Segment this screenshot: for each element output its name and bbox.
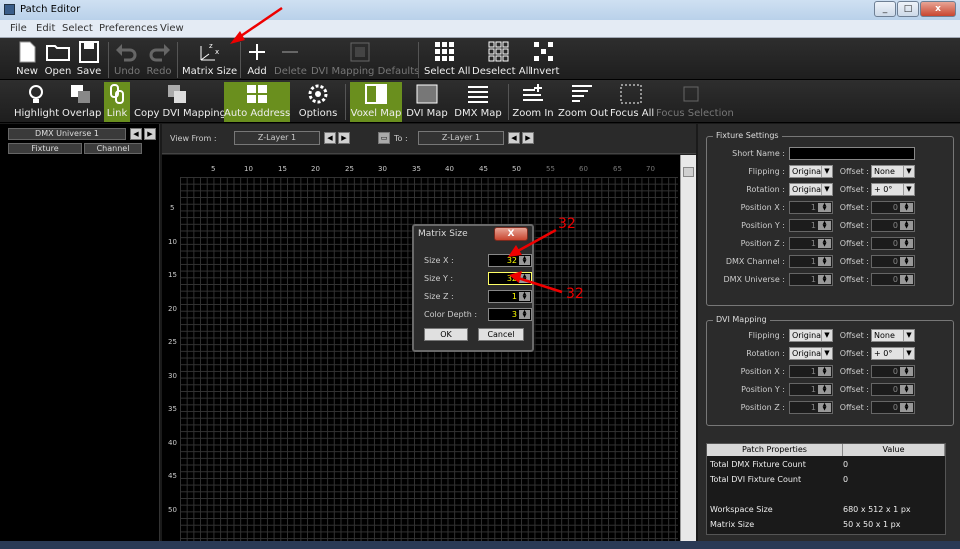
annotation-arrows	[230, 6, 563, 294]
taskbar	[0, 541, 960, 549]
annotation-label: 32	[558, 216, 576, 232]
annotation-label: 32	[566, 286, 584, 302]
